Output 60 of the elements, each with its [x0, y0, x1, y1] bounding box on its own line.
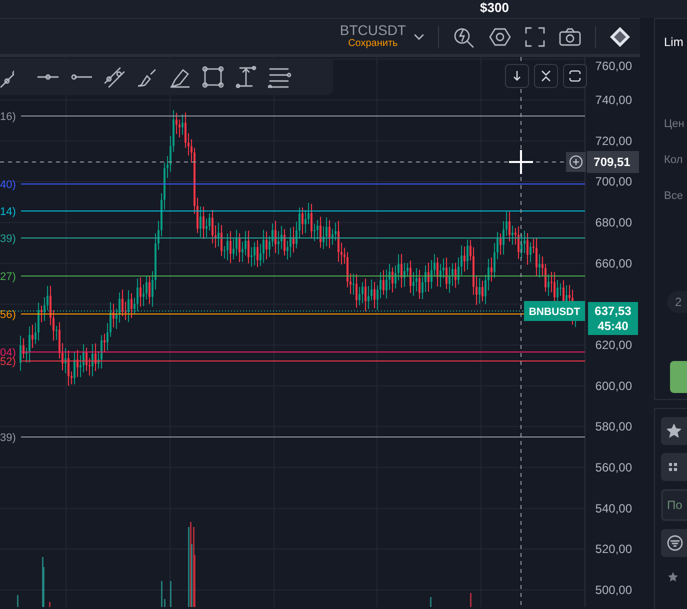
search-field[interactable]: По: [661, 489, 687, 521]
price-axis-label: 760,00: [595, 59, 632, 73]
crosshair-price: 709,51: [594, 155, 630, 169]
order-field-label: Кол: [664, 153, 683, 168]
scroll-down-button[interactable]: [505, 64, 529, 88]
parallel-lines-icon[interactable]: [103, 66, 125, 88]
star-icon: [667, 424, 681, 438]
price-axis-label: 580,00: [595, 420, 632, 434]
price-axis-label: 660,00: [595, 256, 632, 270]
level-label: 16): [0, 111, 16, 123]
level-label: 39): [0, 233, 16, 245]
price-axis-label: 600,00: [595, 378, 632, 393]
price-axis-label: 620,00: [595, 338, 632, 352]
price-axis-label: 560,00: [595, 460, 632, 474]
grid-icon: [667, 461, 679, 473]
chevron-down-icon[interactable]: [414, 34, 424, 40]
level-label: 52): [0, 356, 16, 368]
fit-screen-button[interactable]: [563, 64, 587, 88]
price-axis-label: 680,00: [595, 216, 632, 230]
level-label: 27): [0, 271, 16, 283]
last-price: 637,53: [594, 304, 632, 318]
logo-icon[interactable]: [610, 26, 630, 46]
percent-chip[interactable]: 2: [667, 291, 687, 313]
bar-countdown: 45:40: [598, 319, 628, 333]
crosshair-cursor-icon: [508, 149, 534, 175]
filter-icon: [667, 535, 683, 551]
order-field-label: Цен: [664, 117, 684, 132]
add-alert-button[interactable]: [566, 152, 586, 172]
fib-lines-icon[interactable]: [268, 66, 292, 88]
price-axis-label: 700,00: [595, 174, 632, 189]
collapse-button[interactable]: [534, 64, 558, 88]
symbol-selector[interactable]: BTCUSDT Сохранить: [340, 24, 406, 50]
level-label: 40): [0, 179, 16, 191]
collapse-icon: [539, 69, 553, 83]
fullscreen-icon[interactable]: [525, 26, 545, 46]
rectangle-icon[interactable]: [202, 66, 224, 88]
level-label: 39): [0, 432, 16, 444]
filter-button[interactable]: [661, 529, 687, 557]
price-axis-label: 500,00: [595, 583, 632, 597]
fit-screen-icon: [568, 69, 582, 83]
price-axis-label: 720,00: [595, 134, 632, 148]
lightning-magnifier-icon[interactable]: [453, 26, 475, 48]
balance-amount: $300: [480, 0, 509, 15]
order-field-label: Все: [664, 189, 683, 204]
camera-icon[interactable]: [559, 26, 581, 46]
favorites-button[interactable]: [661, 417, 687, 445]
level-label: 56): [0, 309, 16, 321]
price-axis-label: 540,00: [595, 501, 632, 516]
star-icon[interactable]: [667, 571, 679, 583]
symbol-tag: BNBUSDT: [524, 301, 585, 321]
order-type-tab[interactable]: Lim: [664, 33, 684, 51]
price-axis-label: 520,00: [595, 542, 632, 556]
grid-button[interactable]: [661, 453, 687, 481]
settings-icon[interactable]: [489, 26, 511, 48]
price-axis-label: 740,00: [595, 93, 632, 107]
price-range-icon[interactable]: [235, 66, 257, 88]
level-label: 14): [0, 206, 16, 218]
last-price-tag: [588, 302, 638, 335]
highlighter-icon[interactable]: [169, 66, 191, 88]
level-label: 04): [0, 347, 16, 359]
